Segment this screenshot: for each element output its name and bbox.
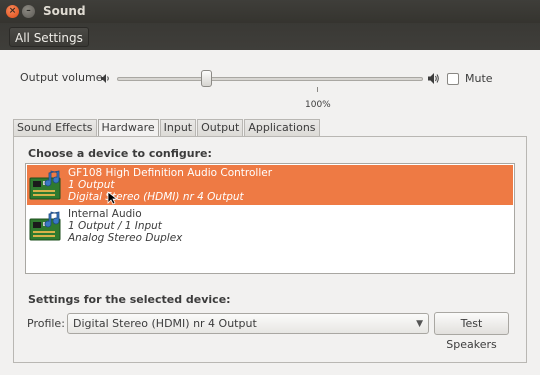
mute-label: Mute — [465, 72, 493, 85]
speaker-low-icon — [101, 74, 109, 83]
device-row-internal-audio[interactable]: Internal Audio 1 Output / 1 Input Analog… — [27, 206, 513, 246]
tab-applications[interactable]: Applications — [244, 119, 320, 137]
tab-input[interactable]: Input — [159, 119, 197, 137]
volume-100-percent-label: 100% — [305, 100, 331, 110]
tab-sound-effects[interactable]: Sound Effects — [13, 119, 97, 137]
mute-checkbox[interactable] — [447, 73, 459, 85]
volume-100-tick — [317, 87, 318, 92]
toolbar: All Settings — [0, 23, 540, 50]
profile-selected-value: Digital Stereo (HDMI) nr 4 Output — [73, 317, 257, 330]
audio-card-icon — [29, 170, 61, 200]
output-volume-row: Output volume: Mute — [20, 66, 520, 94]
volume-slider-handle[interactable] — [201, 70, 212, 87]
device-list[interactable]: GF108 High Definition Audio Controller 1… — [25, 163, 515, 274]
settings-heading: Settings for the selected device: — [28, 293, 231, 306]
test-speakers-button[interactable]: Test Speakers — [434, 312, 509, 351]
device-row-gf108[interactable]: GF108 High Definition Audio Controller 1… — [27, 165, 513, 205]
mouse-pointer-icon — [107, 191, 117, 205]
close-icon: × — [8, 6, 17, 16]
chevron-down-icon: ▼ — [416, 319, 423, 329]
device-name: GF108 High Definition Audio Controller — [68, 167, 273, 179]
minimize-window-button[interactable]: – — [22, 5, 35, 18]
output-volume-label: Output volume: — [20, 71, 107, 84]
speaker-high-icon — [428, 73, 439, 84]
choose-device-heading: Choose a device to configure: — [28, 147, 212, 160]
volume-slider-track[interactable] — [117, 77, 423, 81]
minimize-icon: – — [26, 6, 31, 16]
profile-label: Profile: — [27, 317, 65, 330]
audio-card-icon — [29, 211, 61, 241]
device-name: Internal Audio — [68, 208, 142, 220]
title-bar: × – Sound — [0, 0, 540, 23]
window-title: Sound — [43, 4, 86, 18]
device-profile: Analog Stereo Duplex — [68, 232, 183, 244]
device-io: 1 Output / 1 Input — [68, 220, 162, 232]
all-settings-button[interactable]: All Settings — [9, 27, 89, 47]
tab-output[interactable]: Output — [197, 119, 244, 137]
device-io: 1 Output — [68, 179, 115, 191]
tab-bar: Sound Effects Hardware Input Output Appl… — [13, 119, 321, 138]
profile-dropdown[interactable]: Digital Stereo (HDMI) nr 4 Output ▼ — [67, 313, 429, 334]
close-window-button[interactable]: × — [6, 5, 19, 18]
device-profile: Digital Stereo (HDMI) nr 4 Output — [68, 191, 244, 203]
